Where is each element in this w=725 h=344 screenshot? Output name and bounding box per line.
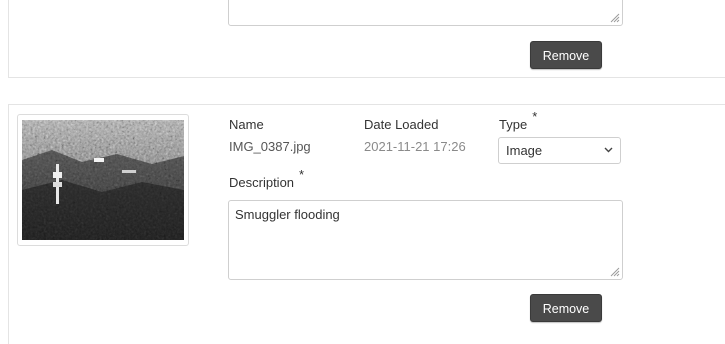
file-name: IMG_0387.jpg [229,139,311,154]
required-asterisk: * [532,109,538,124]
resize-grip-icon[interactable] [610,267,620,277]
chevron-down-icon [604,147,613,153]
type-label: Type * [499,109,537,132]
type-label-text: Type [499,117,528,132]
description-label-text: Description [229,175,295,190]
date-loaded-value: 2021-11-21 17:26 [364,139,466,154]
resize-grip-icon[interactable] [610,13,620,23]
type-select[interactable]: Image [498,137,621,164]
type-select-value: Image [506,143,543,158]
required-asterisk: * [299,167,305,182]
photo-icon [22,120,184,240]
description-textarea-2[interactable]: Smuggler flooding [228,200,623,280]
date-loaded-label: Date Loaded [364,117,439,132]
description-textarea-1[interactable] [228,0,623,26]
remove-button-2[interactable]: Remove [530,294,602,322]
image-thumbnail[interactable] [17,114,189,246]
name-label: Name [229,117,264,132]
remove-button-1[interactable]: Remove [530,41,602,69]
description-text-2: Smuggler flooding [235,207,340,222]
description-label: Description * [229,167,304,190]
